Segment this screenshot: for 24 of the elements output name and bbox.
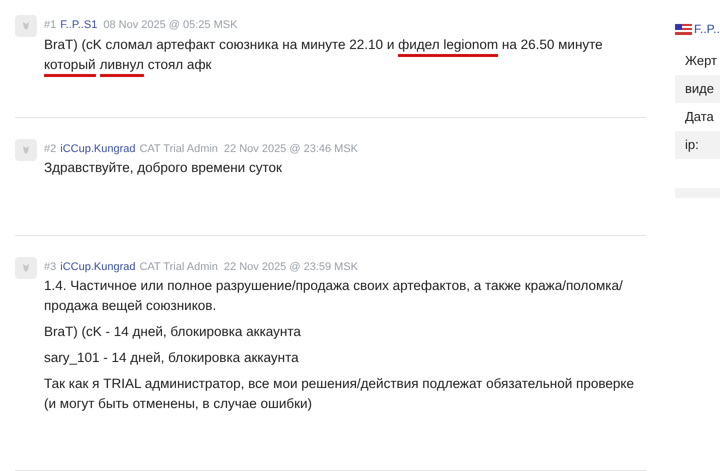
author-link[interactable]: iCCup.Kungrad: [60, 258, 136, 276]
user-role: CAT Trial Admin: [139, 142, 218, 157]
post-date: 22 Nov 2025 @ 23:59 MSK: [224, 260, 358, 275]
avatar-icon: [15, 138, 37, 161]
post-text: sary_101 - 14 дней, блокировка аккаунта: [44, 349, 300, 368]
info-row: ip:: [675, 131, 720, 159]
flag-icon: [675, 24, 692, 34]
post-number: #2: [44, 142, 56, 157]
avatar-icon: [15, 15, 37, 37]
post-text: Здравствуйте, доброго времени суток: [44, 159, 283, 178]
avatar-icon: [15, 256, 37, 279]
info-row: виде: [675, 75, 720, 103]
post-text: 1.4. Частичное или полное разрушение/продажа своих артефактов, а также кража/поломка/ продажа вещей союзников.: [44, 277, 624, 316]
author-link[interactable]: iCCup.Kungrad: [60, 140, 136, 158]
post-text: Так как я TRIAL администратор, все мои решения/действия подлежат обязательной проверке (и могут быть отменены, в случае ошибки): [44, 375, 635, 414]
user-role: CAT Trial Admin: [139, 260, 218, 275]
post-text: BraT) (cK сломал артефакт союзника на минуте 22.10 и фидел legionom на 26.50 минуте который ливнул стоял афк: [44, 34, 646, 74]
post-number: #1: [44, 18, 56, 33]
user-link[interactable]: F..P..: [694, 20, 720, 38]
post-date: 08 Nov 2025 @ 05:25 MSK: [103, 18, 238, 33]
post-number: #3: [44, 260, 56, 275]
author-link[interactable]: F..P..S1: [60, 17, 98, 34]
post-text: BraT) (cK - 14 дней, блокировка аккаунта: [44, 323, 302, 342]
post-date: 22 Nov 2025 @ 23:46 MSK: [224, 142, 358, 157]
